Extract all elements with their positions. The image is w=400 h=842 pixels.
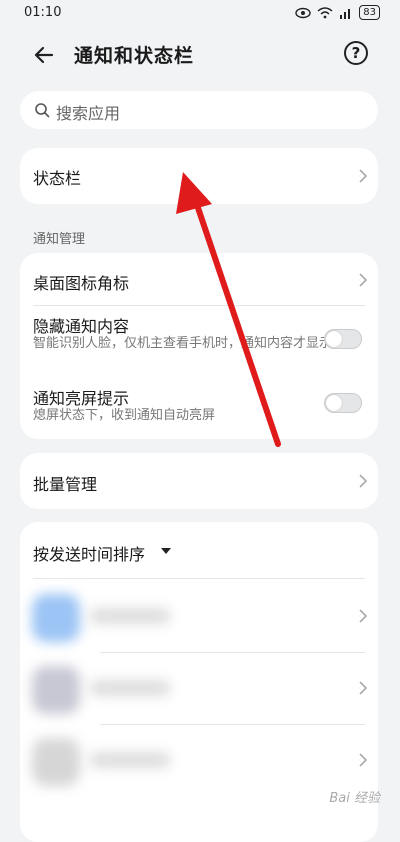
notification-card: 桌面图标角标 隐藏通知内容 智能识别人脸，仅机主查看手机时，通知内容才显示 通知…: [20, 253, 378, 439]
status-bar-item[interactable]: 状态栏: [20, 148, 378, 204]
search-placeholder: 搜索应用: [56, 104, 121, 123]
chevron-right-icon: [359, 681, 368, 695]
wake-screen-toggle[interactable]: [324, 393, 362, 413]
row-title: 桌面图标角标: [33, 274, 130, 293]
chevron-right-icon: [359, 169, 368, 183]
app-name-blurred: [90, 608, 170, 624]
app-list-item[interactable]: [20, 580, 378, 652]
caret-down-icon: [161, 548, 171, 554]
app-name-blurred: [90, 752, 170, 768]
row-hide-content: 隐藏通知内容 智能识别人脸，仅机主查看手机时，通知内容才显示: [20, 306, 378, 374]
row-title: 隐藏通知内容: [33, 317, 130, 336]
status-time: 01:10: [24, 5, 62, 20]
back-arrow-icon: [34, 46, 54, 64]
toggle-knob: [326, 395, 342, 411]
sort-label: 按发送时间排序: [33, 545, 146, 564]
battery-indicator: 83: [359, 5, 380, 20]
row-wake-screen: 通知亮屏提示 熄屏状态下，收到通知自动亮屏: [20, 381, 378, 437]
row-badge[interactable]: 桌面图标角标: [20, 253, 378, 305]
app-list-item[interactable]: [20, 652, 378, 724]
watermark: Bai 经验: [329, 791, 380, 806]
header: 通知和状态栏 ?: [0, 30, 400, 78]
batch-manage-item[interactable]: 批量管理: [20, 453, 378, 509]
app-icon: [32, 738, 80, 786]
status-icons: 83: [295, 5, 380, 20]
row-subtitle: 熄屏状态下，收到通知自动亮屏: [33, 408, 216, 423]
divider: [33, 578, 365, 579]
app-list-item[interactable]: [20, 724, 378, 796]
app-icon: [32, 666, 80, 714]
signal-icon: [340, 8, 351, 19]
search-icon: [35, 103, 50, 118]
batch-manage-label: 批量管理: [33, 475, 98, 494]
help-button[interactable]: ?: [344, 41, 368, 65]
sort-dropdown[interactable]: 按发送时间排序: [20, 522, 378, 578]
chevron-right-icon: [359, 273, 368, 287]
hide-content-toggle[interactable]: [324, 329, 362, 349]
app-icon: [32, 594, 80, 642]
search-input[interactable]: 搜索应用: [20, 91, 378, 129]
toggle-knob: [326, 331, 342, 347]
section-label-notification: 通知管理: [33, 232, 86, 247]
row-subtitle: 智能识别人脸，仅机主查看手机时，通知内容才显示: [33, 336, 333, 351]
chevron-right-icon: [359, 753, 368, 767]
eye-icon: [295, 7, 311, 18]
wifi-icon: [317, 6, 333, 18]
chevron-right-icon: [359, 474, 368, 488]
page-title: 通知和状态栏: [74, 45, 195, 67]
status-bar-item-label: 状态栏: [33, 169, 82, 188]
back-button[interactable]: [30, 40, 60, 70]
app-list-card: 按发送时间排序: [20, 522, 378, 842]
chevron-right-icon: [359, 609, 368, 623]
status-bar: 01:10 83: [0, 0, 400, 28]
row-title: 通知亮屏提示: [33, 389, 130, 408]
app-name-blurred: [90, 680, 170, 696]
